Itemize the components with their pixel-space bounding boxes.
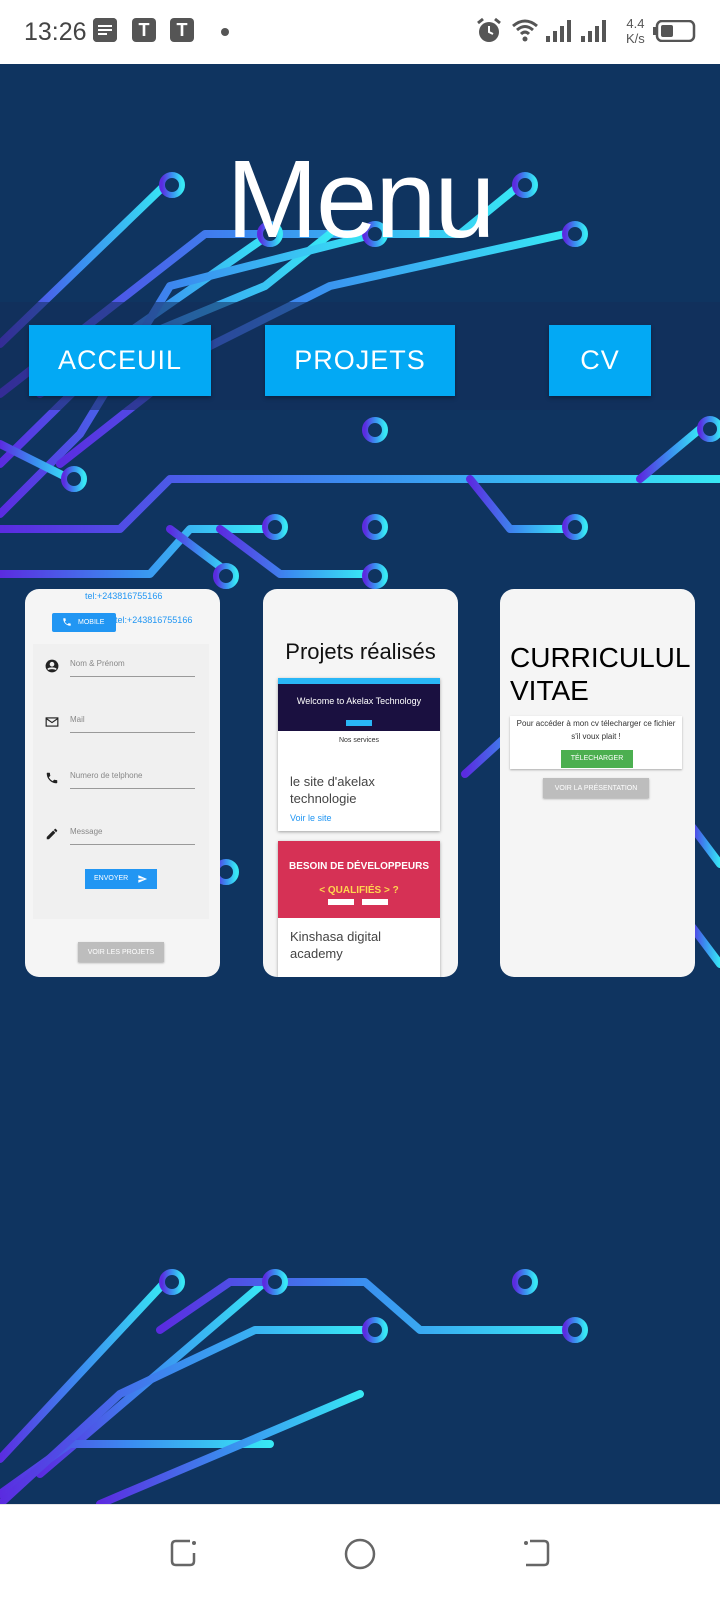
name-placeholder: Nom & Prénom <box>70 659 125 668</box>
page-title: Menu <box>226 138 495 261</box>
project-link[interactable]: Voir le site <box>278 807 440 833</box>
project-name: le site d'akelax technologie <box>290 774 375 806</box>
account-circle-icon <box>45 659 59 673</box>
dot-icon <box>221 28 229 36</box>
projects-card: Projets réalisés Welcome to Akelax Techn… <box>263 589 458 977</box>
home-icon[interactable] <box>343 1537 377 1571</box>
pencil-icon <box>46 828 58 840</box>
phone-icon <box>63 618 71 626</box>
battery-icon <box>653 20 696 42</box>
signal-icon <box>581 20 606 42</box>
signal-icon <box>546 20 571 42</box>
nav-cv-button[interactable]: CV <box>549 325 651 396</box>
network-speed: 4.4 K/s <box>626 16 645 46</box>
cv-description: Pour accéder à mon cv télecharger ce fic… <box>516 719 676 741</box>
phone-link[interactable]: tel:+243816755166 <box>85 591 162 601</box>
thumbnail-button <box>328 899 354 905</box>
project-card[interactable]: BESOIN DE DÉVELOPPEURS < QUALIFIÉS > ? K… <box>278 841 440 977</box>
mail-icon <box>45 717 59 727</box>
view-presentation-button[interactable]: VOIR LA PRÉSENTATION <box>543 778 649 798</box>
field-underline <box>70 676 195 677</box>
thumbnail-title: BESOIN DE DÉVELOPPEURS <box>288 861 430 872</box>
message-field[interactable]: Message <box>33 822 209 862</box>
status-bar: 13:26 T T 4.4 K/s <box>0 0 720 64</box>
mobile-button[interactable]: MOBILE <box>52 613 116 632</box>
projects-title: Projets réalisés <box>285 639 436 664</box>
send-icon <box>138 875 148 883</box>
send-button-label: ENVOYER <box>94 875 129 882</box>
nav-home-button[interactable]: ACCEUIL <box>29 325 211 396</box>
system-nav-bar <box>0 1504 720 1600</box>
project-card[interactable]: Welcome to Akelax Technology Nos service… <box>278 678 440 831</box>
field-underline <box>70 788 195 789</box>
project-thumbnail: Welcome to Akelax Technology Nos service… <box>278 678 440 763</box>
back-icon[interactable] <box>520 1537 552 1569</box>
wifi-icon <box>512 19 538 42</box>
notes-icon <box>93 18 117 42</box>
cv-title: CURRICULUL VITAE <box>510 642 690 706</box>
field-underline <box>70 844 195 845</box>
thumbnail-title: Welcome to Akelax Technology <box>296 696 422 706</box>
name-field[interactable]: Nom & Prénom <box>33 654 209 694</box>
phone-placeholder: Numero de telphone <box>70 771 143 780</box>
field-underline <box>70 732 195 733</box>
phone-link[interactable]: tel:+243816755166 <box>115 615 192 625</box>
download-button[interactable]: TÉLECHARGER <box>561 750 633 768</box>
mail-placeholder: Mail <box>70 715 85 724</box>
phone-field[interactable]: Numero de telphone <box>33 766 209 806</box>
thumbnail-button <box>346 720 372 726</box>
status-time: 13:26 <box>24 18 87 46</box>
mobile-button-label: MOBILE <box>78 619 105 626</box>
cv-download-box: Pour accéder à mon cv télecharger ce fic… <box>510 716 682 769</box>
view-projects-button[interactable]: VOIR LES PROJETS <box>78 942 164 962</box>
network-speed-unit: K/s <box>626 31 645 46</box>
contact-card: tel:+243816755166 MOBILE tel:+2438167551… <box>25 589 220 977</box>
message-placeholder: Message <box>70 827 103 836</box>
cv-card: CURRICULUL VITAE Pour accéder à mon cv t… <box>500 589 695 977</box>
alarm-icon <box>477 17 501 42</box>
thumbnail-hero: Welcome to Akelax Technology <box>278 684 440 731</box>
nav-projects-button[interactable]: PROJETS <box>265 325 455 396</box>
thumbnail-button <box>362 899 388 905</box>
project-thumbnail: BESOIN DE DÉVELOPPEURS < QUALIFIÉS > ? <box>278 841 440 918</box>
t-app-icon: T <box>132 18 156 42</box>
mail-field[interactable]: Mail <box>33 710 209 750</box>
project-name: Kinshasa digital academy <box>290 929 382 961</box>
thumbnail-subtitle: Nos services <box>338 737 380 744</box>
t-app-icon: T <box>170 18 194 42</box>
network-speed-value: 4.4 <box>626 16 645 31</box>
send-button[interactable]: ENVOYER <box>85 869 157 889</box>
app-screen: Menu ACCEUIL PROJETS CV tel:+24381675516… <box>0 64 720 1504</box>
phone-icon <box>46 772 58 784</box>
recents-icon[interactable] <box>168 1537 200 1569</box>
thumbnail-subtitle: < QUALIFIÉS > ? <box>319 885 399 896</box>
